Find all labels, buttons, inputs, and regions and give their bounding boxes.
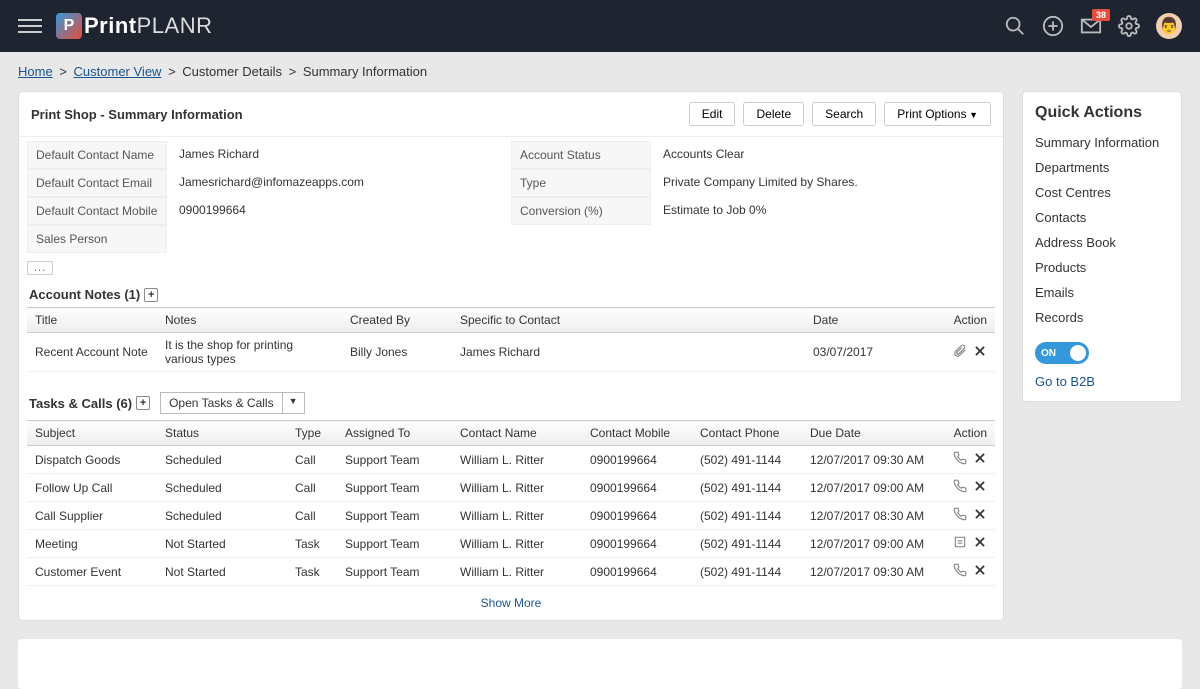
quick-link[interactable]: Cost Centres (1035, 180, 1169, 205)
close-icon[interactable] (973, 479, 987, 493)
breadcrumb-customer-view[interactable]: Customer View (74, 64, 162, 79)
on-toggle[interactable]: ON (1035, 342, 1089, 364)
attachment-icon[interactable] (953, 344, 967, 358)
detail-label: Type (511, 169, 651, 197)
logo-text: PrintPLANR (84, 13, 212, 39)
table-row[interactable]: Dispatch GoodsScheduledCallSupport TeamW… (27, 446, 995, 474)
detail-label: Default Contact Mobile (27, 197, 167, 225)
panel-title: Print Shop - Summary Information (31, 107, 243, 122)
bottom-bar (18, 639, 1182, 689)
breadcrumb-summary: Summary Information (303, 64, 427, 79)
more-button[interactable]: ... (27, 261, 53, 275)
hamburger-menu-icon[interactable] (18, 19, 42, 33)
mail-badge: 38 (1092, 9, 1110, 21)
add-note-button[interactable]: + (144, 288, 158, 302)
show-more-link[interactable]: Show More (481, 596, 542, 610)
phone-icon[interactable] (953, 507, 967, 521)
detail-value: Private Company Limited by Shares. (651, 169, 995, 197)
delete-button[interactable]: Delete (743, 102, 804, 126)
quick-link[interactable]: Emails (1035, 280, 1169, 305)
detail-value (167, 225, 511, 253)
quick-actions-sidebar: Quick Actions Summary InformationDepartm… (1022, 91, 1182, 621)
phone-icon[interactable] (953, 479, 967, 493)
tasks-calls-title: Tasks & Calls (6) + (29, 396, 150, 411)
quick-actions-title: Quick Actions (1035, 104, 1169, 122)
table-row[interactable]: Call SupplierScheduledCallSupport TeamWi… (27, 502, 995, 530)
close-icon[interactable] (973, 344, 987, 358)
tasks-filter-select[interactable]: Open Tasks & Calls ▼ (160, 392, 304, 414)
table-row[interactable]: Follow Up CallScheduledCallSupport TeamW… (27, 474, 995, 502)
quick-link[interactable]: Products (1035, 255, 1169, 280)
close-icon[interactable] (973, 563, 987, 577)
account-notes-table: Title Notes Created By Specific to Conta… (27, 307, 995, 372)
search-button[interactable]: Search (812, 102, 876, 126)
user-avatar[interactable]: 👨 (1156, 13, 1182, 39)
detail-value: Jamesrichard@infomazeapps.com (167, 169, 511, 197)
table-row[interactable]: Customer EventNot StartedTaskSupport Tea… (27, 558, 995, 586)
panel-header: Print Shop - Summary Information Edit De… (19, 92, 1003, 137)
quick-link[interactable]: Departments (1035, 155, 1169, 180)
logo-icon: P (56, 13, 82, 39)
breadcrumb: Home > Customer View > Customer Details … (0, 52, 1200, 91)
add-icon[interactable] (1042, 15, 1064, 37)
table-row[interactable]: Recent Account NoteIt is the shop for pr… (27, 333, 995, 372)
edit-button[interactable]: Edit (689, 102, 736, 126)
header-right: 38 👨 (1004, 13, 1182, 39)
close-icon[interactable] (973, 451, 987, 465)
phone-icon[interactable] (953, 563, 967, 577)
close-icon[interactable] (973, 535, 987, 549)
detail-label: Account Status (511, 141, 651, 169)
main-panel: Print Shop - Summary Information Edit De… (18, 91, 1004, 621)
close-icon[interactable] (973, 507, 987, 521)
detail-value: Estimate to Job 0% (651, 197, 995, 225)
task-icon[interactable] (953, 535, 967, 549)
header-left: P PrintPLANR (18, 13, 212, 39)
breadcrumb-home[interactable]: Home (18, 64, 53, 79)
quick-link[interactable]: Records (1035, 305, 1169, 330)
account-notes-title: Account Notes (1) + (19, 279, 1003, 307)
show-more: Show More (19, 586, 1003, 620)
detail-value: Accounts Clear (651, 141, 995, 169)
detail-label: Sales Person (27, 225, 167, 253)
quick-link[interactable]: Summary Information (1035, 130, 1169, 155)
detail-label: Conversion (%) (511, 197, 651, 225)
quick-link[interactable]: Address Book (1035, 230, 1169, 255)
quick-link[interactable]: Contacts (1035, 205, 1169, 230)
add-task-button[interactable]: + (136, 396, 150, 410)
detail-value: 0900199664 (167, 197, 511, 225)
detail-label: Default Contact Email (27, 169, 167, 197)
breadcrumb-customer-details: Customer Details (182, 64, 282, 79)
goto-b2b-link[interactable]: Go to B2B (1035, 374, 1169, 389)
detail-label: Default Contact Name (27, 141, 167, 169)
tasks-calls-table: Subject Status Type Assigned To Contact … (27, 420, 995, 586)
detail-value: James Richard (167, 141, 511, 169)
settings-icon[interactable] (1118, 15, 1140, 37)
table-row[interactable]: MeetingNot StartedTaskSupport TeamWillia… (27, 530, 995, 558)
phone-icon[interactable] (953, 451, 967, 465)
mail-icon[interactable]: 38 (1080, 15, 1102, 37)
customer-details: Default Contact NameJames RichardDefault… (19, 137, 1003, 257)
app-header: P PrintPLANR 38 👨 (0, 0, 1200, 52)
app-logo[interactable]: P PrintPLANR (56, 13, 212, 39)
chevron-down-icon[interactable]: ▼ (283, 392, 305, 414)
print-options-button[interactable]: Print Options (884, 102, 991, 126)
search-icon[interactable] (1004, 15, 1026, 37)
